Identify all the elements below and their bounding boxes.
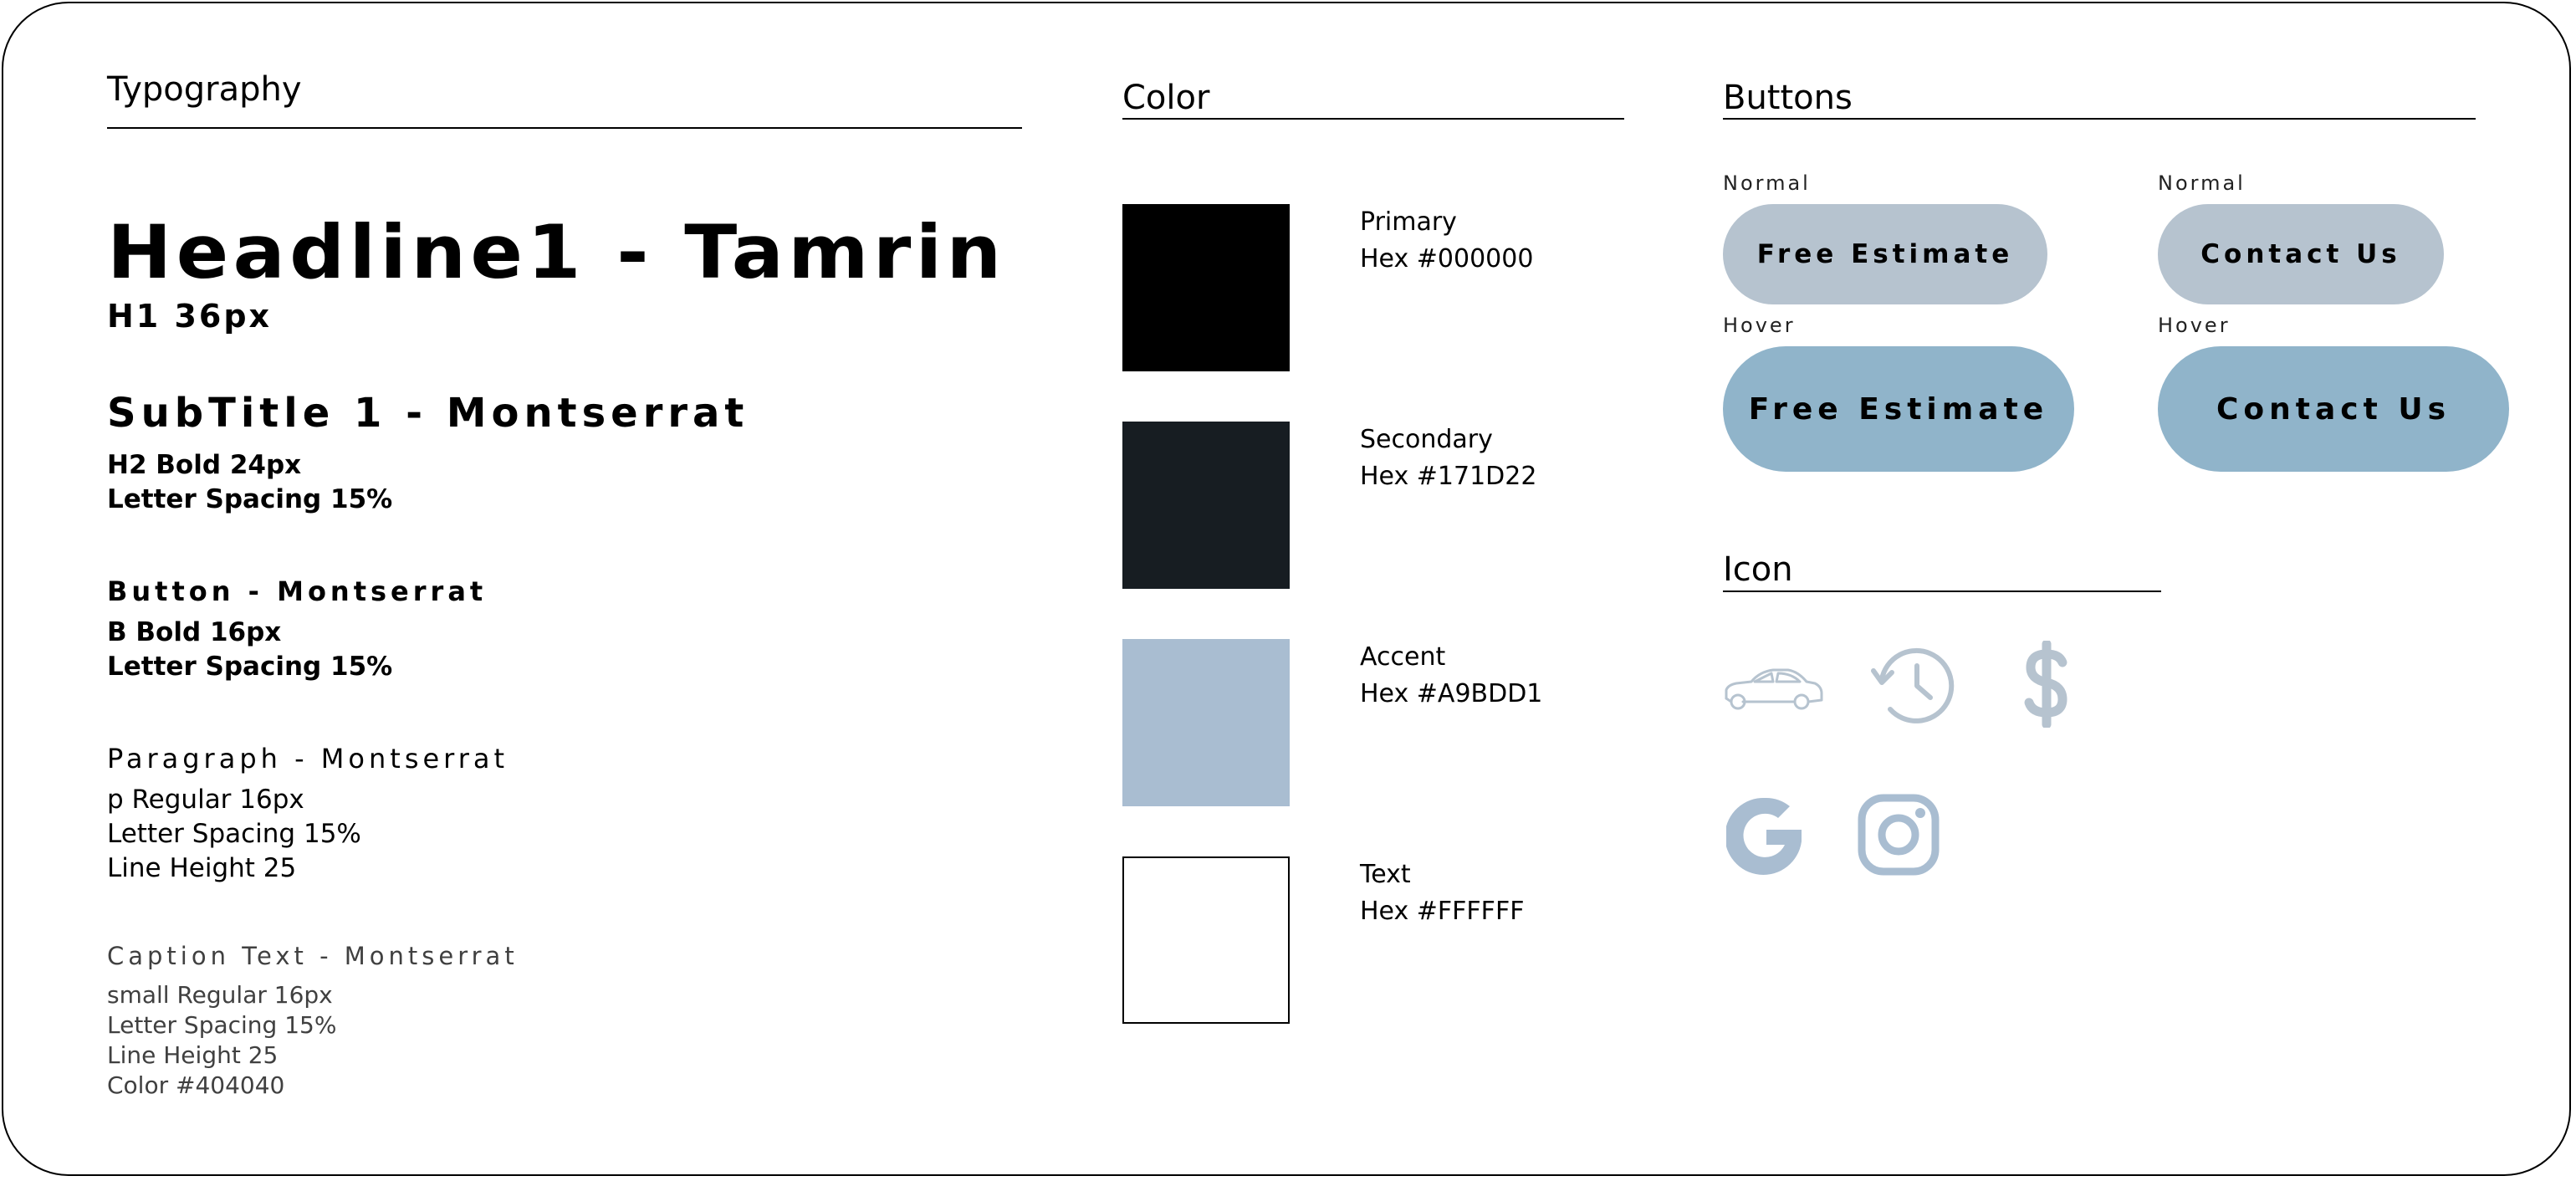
contact-us-button-hover[interactable]: Contact Us	[2158, 346, 2509, 472]
caption-spec-color: Color #404040	[107, 1071, 285, 1099]
button-type-spec-spacing: Letter Spacing 15%	[107, 652, 393, 682]
free-estimate-button-hover[interactable]: Free Estimate	[1723, 346, 2074, 472]
paragraph-spec-size: p Regular 16px	[107, 785, 304, 815]
color-divider	[1122, 118, 1624, 120]
subtitle-spec-spacing: Letter Spacing 15%	[107, 484, 393, 514]
normal-state-label-1: Normal	[1723, 171, 1811, 195]
paragraph-sample: Paragraph - Montserrat	[107, 743, 509, 775]
caption-spec-size: small Regular 16px	[107, 981, 333, 1009]
swatch-primary	[1122, 204, 1290, 371]
car-icon	[1725, 668, 1823, 710]
swatch-primary-name: Primary	[1360, 207, 1457, 237]
contact-us-button-normal[interactable]: Contact Us	[2158, 204, 2444, 304]
icon-title: Icon	[1723, 550, 1793, 589]
hover-state-label-2: Hover	[2158, 314, 2231, 337]
swatch-secondary	[1122, 422, 1290, 589]
swatch-secondary-name: Secondary	[1360, 425, 1493, 454]
color-title: Color	[1122, 79, 1210, 117]
paragraph-spec-lineheight: Line Height 25	[107, 853, 297, 883]
swatch-accent-name: Accent	[1360, 642, 1446, 672]
swatch-primary-hex: Hex #000000	[1360, 244, 1534, 274]
normal-state-label-2: Normal	[2158, 171, 2246, 195]
instagram-icon	[1858, 794, 1940, 876]
headline1-spec: H1 36px	[107, 298, 273, 335]
button-type-sample: Button - Montserrat	[107, 575, 488, 607]
google-icon	[1726, 797, 1802, 875]
subtitle-spec-size: H2 Bold 24px	[107, 450, 302, 480]
history-icon	[1871, 647, 1955, 723]
swatch-accent	[1122, 639, 1290, 806]
swatch-text-hex: Hex #FFFFFF	[1360, 897, 1525, 926]
subtitle-sample: SubTitle 1 - Montserrat	[107, 390, 749, 437]
swatch-text	[1122, 856, 1290, 1024]
typography-divider	[107, 127, 1022, 129]
free-estimate-button-normal[interactable]: Free Estimate	[1723, 204, 2047, 304]
swatch-text-name: Text	[1360, 860, 1411, 889]
dollar-icon	[2024, 641, 2067, 728]
swatch-secondary-hex: Hex #171D22	[1360, 462, 1537, 491]
buttons-title: Buttons	[1723, 79, 1853, 117]
icon-divider	[1723, 590, 2161, 592]
caption-spec-lineheight: Line Height 25	[107, 1041, 279, 1069]
caption-spec-spacing: Letter Spacing 15%	[107, 1011, 337, 1039]
headline1-sample: Headline1 - Tamrin	[107, 209, 1006, 295]
buttons-divider	[1723, 118, 2476, 120]
paragraph-spec-spacing: Letter Spacing 15%	[107, 819, 361, 849]
button-type-spec-size: B Bold 16px	[107, 617, 282, 647]
swatch-accent-hex: Hex #A9BDD1	[1360, 679, 1543, 708]
typography-title: Typography	[107, 70, 302, 109]
caption-sample: Caption Text - Montserrat	[107, 942, 519, 970]
hover-state-label-1: Hover	[1723, 314, 1796, 337]
